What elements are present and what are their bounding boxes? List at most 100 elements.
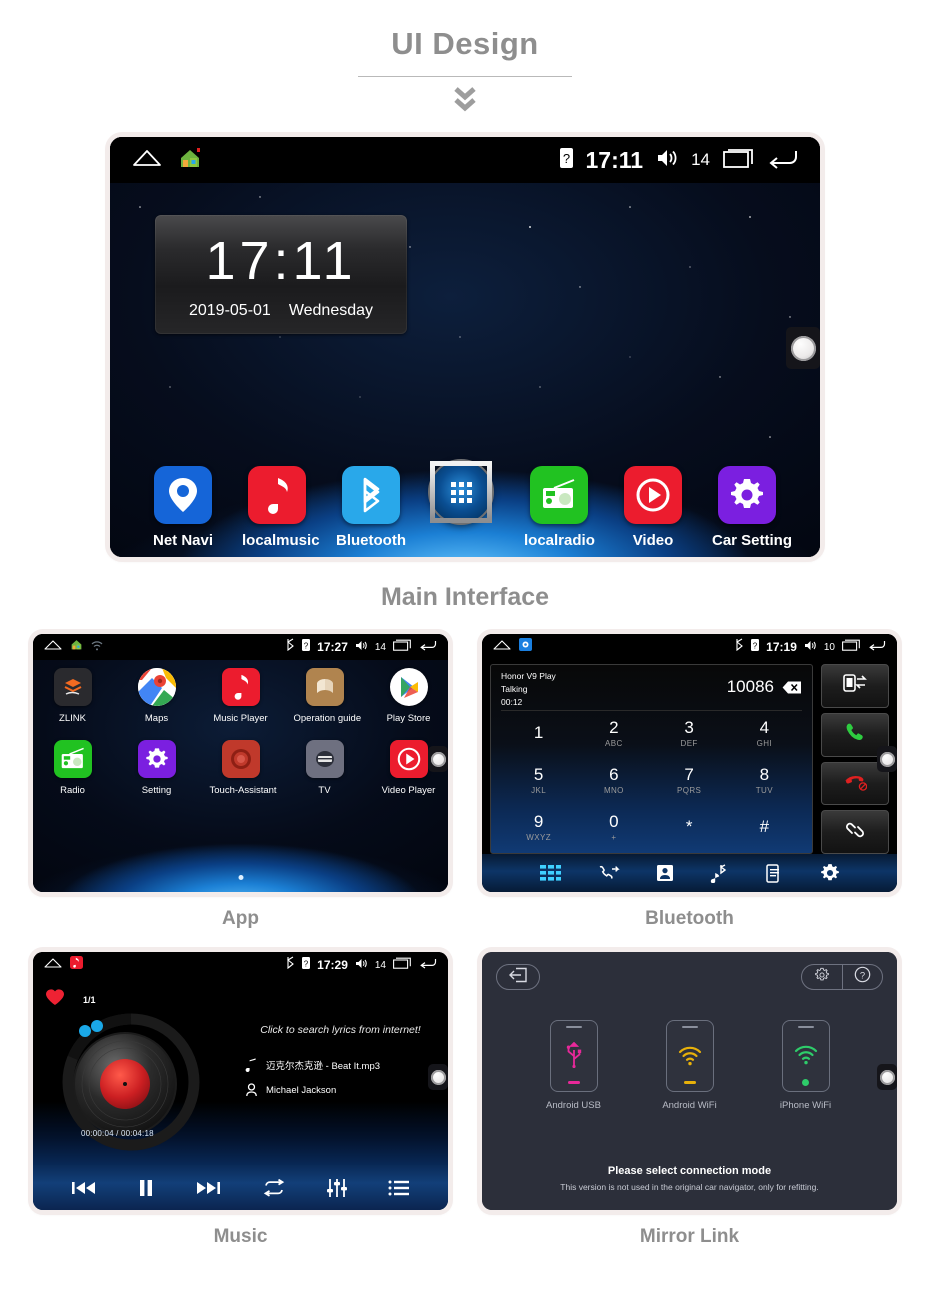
app-item-tv[interactable]: TV [294, 740, 356, 796]
bluetooth-tab-bar [482, 854, 897, 892]
playlist-button[interactable] [388, 1179, 410, 1197]
exit-button[interactable] [496, 964, 540, 990]
device-knob[interactable] [428, 746, 448, 772]
dialpad-key[interactable]: 8 TUV [727, 757, 802, 804]
music-app-icon[interactable] [70, 956, 83, 974]
mirror-link-toolbar: ? [496, 964, 883, 990]
key-sub: ABC [605, 739, 623, 749]
dock-item-localradio[interactable]: localradio [524, 466, 595, 549]
lyrics-hint[interactable]: Click to search lyrics from internet! [243, 1024, 438, 1036]
map-pin-icon [154, 466, 212, 524]
bluetooth-dialer: Honor V9 Play Talking 00:12 10086 1 2 AB… [490, 664, 889, 854]
clock-widget[interactable]: 17:11 2019-05-01 Wednesday [155, 215, 407, 334]
main-interface-device: ? 17:11 14 17:11 2019-05-01 Wednesday Ne… [110, 137, 820, 557]
dialpad-key[interactable]: 9 WXYZ [501, 804, 576, 851]
home-outline-icon[interactable] [132, 148, 162, 173]
previous-track-button[interactable] [71, 1179, 97, 1197]
home-outline-icon[interactable] [44, 638, 62, 656]
volume-icon[interactable] [804, 638, 817, 656]
next-track-button[interactable] [195, 1179, 221, 1197]
key-digit: 5 [533, 765, 544, 785]
tab-sync-phone[interactable] [765, 863, 784, 883]
volume-icon[interactable] [355, 956, 368, 974]
app-item-maps[interactable]: Maps [126, 668, 188, 724]
repeat-button[interactable] [262, 1178, 286, 1197]
volume-icon[interactable] [355, 638, 368, 656]
key-digit: 6 [609, 765, 619, 785]
dialpad-key[interactable]: # [727, 804, 802, 851]
back-arrow-icon[interactable] [418, 638, 437, 656]
dock-item-bluetooth[interactable]: Bluetooth [336, 466, 406, 549]
dialpad-key[interactable]: 5 JKL [501, 757, 576, 804]
help-button[interactable]: ? [843, 965, 883, 989]
dialpad-key[interactable]: 0 + [576, 804, 651, 851]
app-grid-row: ZLINK Maps Music Player Operation guide … [33, 668, 448, 724]
app-item-touch-assistant[interactable]: Touch-Assistant [210, 740, 277, 796]
device-knob[interactable] [877, 746, 897, 772]
tab-settings[interactable] [820, 863, 840, 883]
dialpad-key[interactable]: 7 PQRS [652, 757, 727, 804]
recents-icon[interactable] [393, 638, 411, 656]
sim-card-icon: ? [302, 638, 311, 656]
backspace-icon[interactable] [782, 681, 802, 694]
house-icon[interactable] [178, 146, 202, 175]
bluetooth-panel-cell: ? 17:19 10 Honor V9 Play Talking 00:12 1… [482, 634, 897, 930]
app-item-music-player[interactable]: Music Player [210, 668, 272, 724]
dialpad-key[interactable]: 2 ABC [576, 711, 651, 758]
link-icon [843, 821, 867, 844]
dock-item-label: localmusic [242, 532, 320, 549]
volume-icon[interactable] [656, 148, 678, 173]
device-knob[interactable] [786, 327, 820, 369]
dock-item-video[interactable]: Video [618, 466, 688, 549]
tab-contacts[interactable] [656, 864, 674, 882]
wifi-icon [677, 1028, 703, 1081]
mode-android-usb[interactable]: Android USB [536, 1020, 612, 1111]
pause-button[interactable] [137, 1178, 155, 1198]
bluetooth-icon [286, 956, 295, 974]
dock-item-localmusic[interactable]: localmusic [242, 466, 320, 549]
recents-icon[interactable] [393, 956, 411, 974]
home-outline-icon[interactable] [44, 956, 62, 974]
key-digit: 1 [533, 722, 544, 742]
recents-icon[interactable] [842, 638, 860, 656]
app-item-radio[interactable]: Radio [42, 740, 104, 796]
back-arrow-icon[interactable] [766, 147, 798, 174]
app-item-operation-guide[interactable]: Operation guide [294, 668, 361, 724]
dialpad-key[interactable]: 6 MNO [576, 757, 651, 804]
tab-call-log[interactable] [598, 864, 620, 882]
settings-button[interactable] [802, 965, 842, 989]
status-clock: 17:11 [585, 146, 644, 173]
app-item-label: Music Player [213, 713, 268, 724]
dock-item-car-setting[interactable]: Car Setting [712, 466, 792, 549]
dialpad-key[interactable]: 3 DEF [652, 711, 727, 758]
equalizer-button[interactable] [326, 1178, 348, 1198]
dock-item-app-drawer[interactable] [430, 461, 500, 549]
back-arrow-icon[interactable] [867, 638, 886, 656]
house-icon[interactable] [70, 638, 83, 656]
dock-item-net-navi[interactable]: Net Navi [148, 466, 218, 549]
back-arrow-icon[interactable] [418, 956, 437, 974]
recents-icon[interactable] [723, 147, 753, 174]
bt-app-icon[interactable] [519, 638, 532, 656]
app-item-play-store[interactable]: Play Store [378, 668, 440, 724]
app-item-zlink[interactable]: ZLINK [42, 668, 104, 724]
main-interface-caption: Main Interface [380, 583, 550, 611]
transfer-audio-button[interactable] [821, 664, 889, 708]
app-drawer-icon[interactable] [430, 461, 492, 523]
home-outline-icon[interactable] [493, 638, 511, 656]
dialpad-key[interactable]: 1 [501, 711, 576, 758]
tab-dialpad[interactable] [539, 864, 562, 882]
device-knob[interactable] [877, 1064, 897, 1090]
tab-bt-music[interactable] [710, 863, 730, 883]
clock-widget-time: 17:11 [205, 230, 357, 291]
main-wallpaper: ? 17:11 14 17:11 2019-05-01 Wednesday Ne… [110, 137, 820, 557]
key-sub: GHI [756, 739, 773, 749]
mode-android-wifi[interactable]: Android WiFi [652, 1020, 728, 1111]
link-button[interactable] [821, 810, 889, 854]
mode-iphone-wifi[interactable]: iPhone WiFi [768, 1020, 844, 1111]
app-item-setting[interactable]: Setting [126, 740, 188, 796]
dialpad-key[interactable]: * [652, 804, 727, 851]
dialed-number: 10086 [726, 677, 774, 696]
device-knob[interactable] [428, 1064, 448, 1090]
dialpad-key[interactable]: 4 GHI [727, 711, 802, 758]
